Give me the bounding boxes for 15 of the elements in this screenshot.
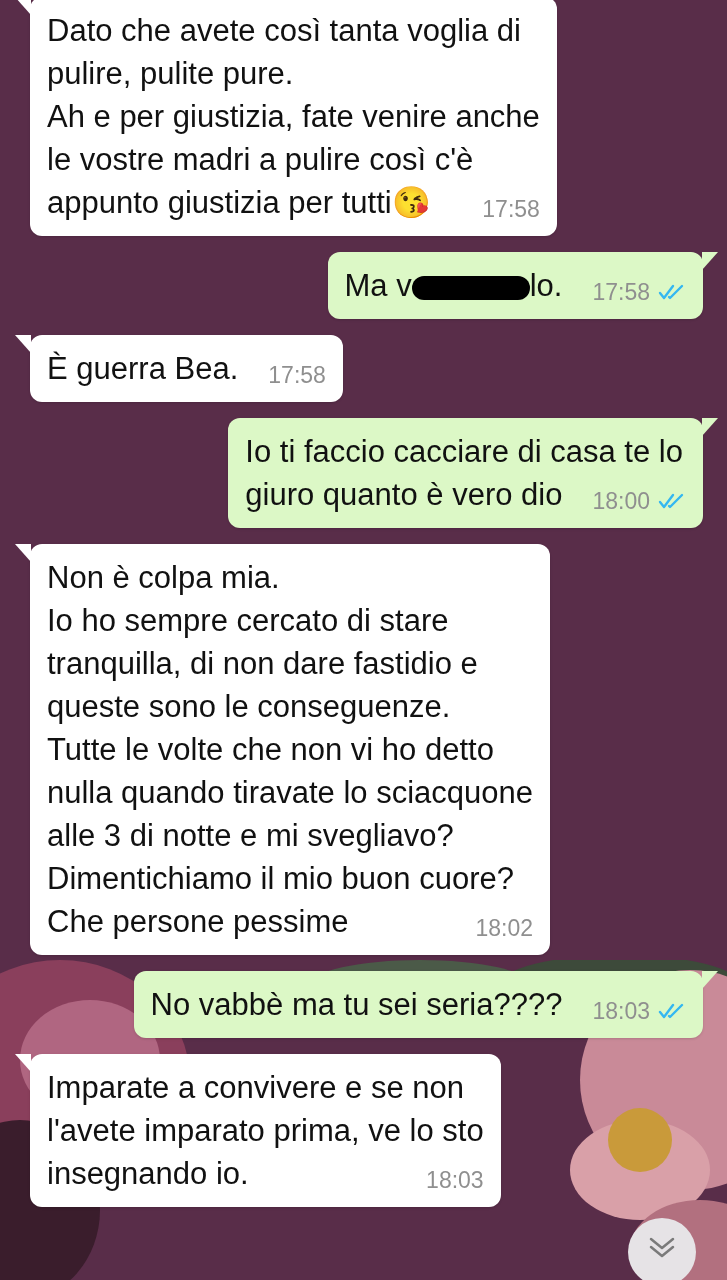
double-chevron-down-icon (648, 1236, 676, 1260)
message-text: No vabbè ma tu sei seria???? 18:03 (150, 983, 686, 1026)
message-text: Dato che avete così tanta voglia di pulire, pulite pure. Ah e per giustizia, fate venire anche le vostre madri a pulire così c'è appunto giustizia per tutti😘 17:58 (47, 12, 540, 224)
message-time: 18:00 (592, 487, 650, 515)
message-time: 18:03 (592, 997, 650, 1025)
message-text: Non è colpa mia. Io ho sempre cercato di stare tranquilla, di non dare fastidio e queste sono le conseguenze. Tutte le volte che non vi ho detto nulla quando tiravate lo sciacquone alle 3 di notte e mi svegliavo? Dimentichiamo il mio buon cuore? Che persone pessime 18:02 (47, 559, 533, 943)
message-time: 17:58 (592, 278, 650, 306)
message-text: Ma v lo. 17:58 (344, 264, 686, 307)
message-text: È guerra Bea. 17:58 (47, 350, 326, 390)
message-time: 17:58 (482, 195, 540, 223)
message-time: 17:58 (268, 361, 326, 389)
message-text: Imparate a convivere e se non l'avete imparato prima, ve lo sto insegnando io. 18:03 (47, 1069, 484, 1195)
message-text: Io ti faccio cacciare di casa te lo giuro quanto è vero dio 18:00 (245, 430, 686, 516)
message-time: 18:02 (475, 914, 533, 942)
message-time: 18:03 (426, 1166, 484, 1194)
